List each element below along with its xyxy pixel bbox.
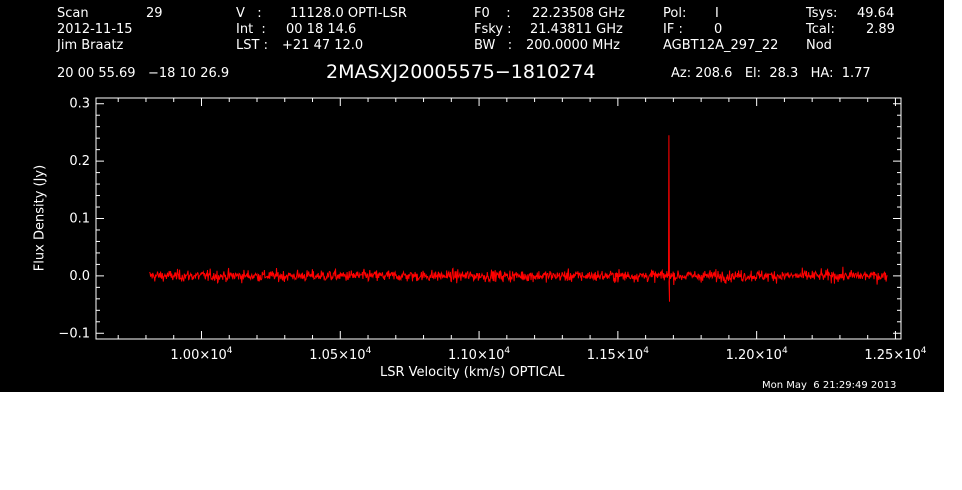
x-tick-label: 1.00×104 <box>170 346 232 363</box>
spectrum-plot: 1.00×104 1.05×104 1.10×104 1.15×104 1.20×104… <box>58 97 926 363</box>
y-tick-label: −0.1 <box>58 326 90 341</box>
x-tick-label: 1.15×104 <box>587 346 649 363</box>
x-tick-label: 1.05×104 <box>309 346 371 363</box>
x-tick-label: 1.10×104 <box>448 346 510 363</box>
y-tick-label: 0.0 <box>69 269 90 284</box>
x-tick-label: 1.20×104 <box>726 346 788 363</box>
y-tick-label: 0.3 <box>69 97 90 112</box>
y-tick-label: 0.1 <box>69 212 90 227</box>
x-tick-label: 1.25×104 <box>864 346 926 363</box>
spectrum-trace <box>149 135 888 302</box>
plot-frame <box>95 97 902 340</box>
y-tick-label: 0.2 <box>69 154 90 169</box>
